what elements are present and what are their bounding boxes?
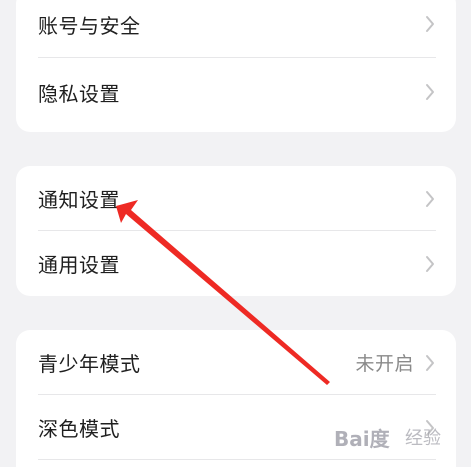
chevron-right-icon (424, 354, 436, 372)
chevron-right-icon (424, 15, 436, 33)
settings-item-label: 青少年模式 (38, 352, 141, 376)
settings-item-dark-mode[interactable]: 深色模式 (16, 395, 456, 460)
settings-item-account-security[interactable]: 账号与安全 (16, 0, 456, 58)
teen-mode-status: 未开启 (355, 353, 414, 375)
settings-item-teen-mode[interactable]: 青少年模式 未开启 (16, 330, 456, 395)
settings-item-label: 通用设置 (38, 253, 120, 277)
settings-item-label: 账号与安全 (38, 13, 141, 38)
chevron-right-icon (424, 190, 436, 208)
settings-item-label: 深色模式 (38, 417, 120, 441)
chevron-right-icon (424, 83, 436, 101)
divider (38, 459, 436, 460)
settings-item-label: 通知设置 (38, 188, 120, 212)
chevron-right-icon (424, 255, 436, 273)
settings-item-privacy[interactable]: 隐私设置 (16, 58, 456, 126)
watermark-suffix: 经验 (405, 428, 441, 449)
settings-group-modes: 青少年模式 未开启 深色模式 (16, 330, 456, 467)
watermark-brand: Bai度 (334, 427, 390, 451)
settings-group-account: 账号与安全 隐私设置 (16, 0, 456, 132)
settings-item-notifications[interactable]: 通知设置 (16, 166, 456, 231)
settings-group-general: 通知设置 通用设置 (16, 166, 456, 296)
settings-item-label: 隐私设置 (38, 81, 120, 106)
settings-item-general[interactable]: 通用设置 (16, 231, 456, 296)
settings-page: 账号与安全 隐私设置 通知设置 通用设置 青少年模式 未开启 深色模式 Bai度… (0, 0, 471, 467)
